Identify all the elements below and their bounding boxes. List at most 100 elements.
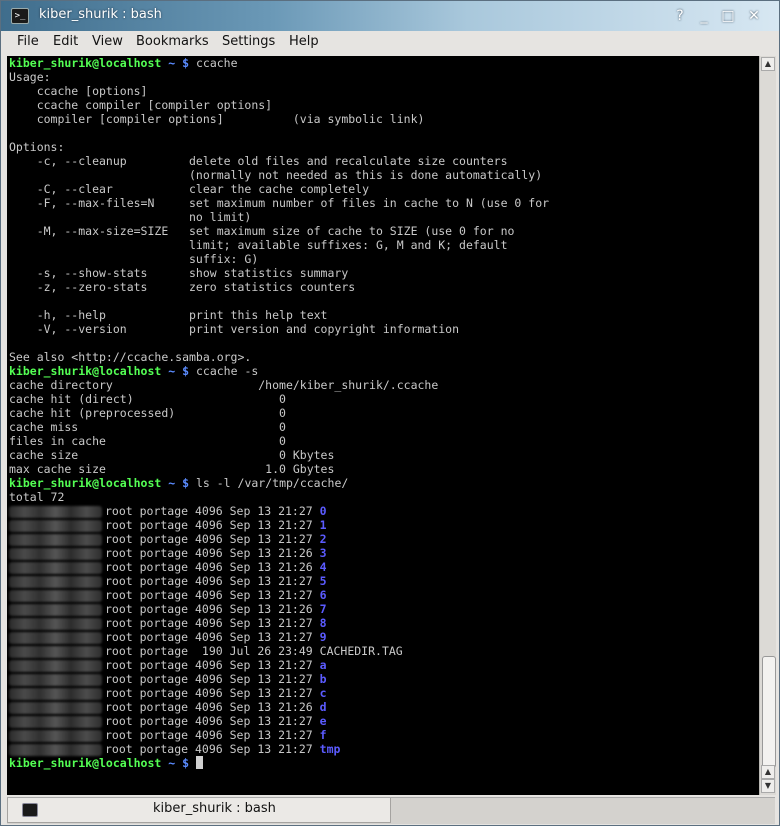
command-text: ccache (195, 56, 238, 70)
blurred-permissions (9, 589, 102, 602)
ls-row: root portage 4096 Sep 13 21:26 d (9, 700, 327, 714)
maximize-button[interactable]: □ (719, 7, 737, 25)
directory-name: 6 (319, 588, 327, 602)
directory-name: 1 (319, 518, 327, 532)
ls-row: root portage 4096 Sep 13 21:27 5 (9, 574, 327, 588)
directory-name: 4 (319, 560, 327, 574)
terminal-app-icon[interactable]: >_ (11, 8, 29, 24)
ls-row: root portage 4096 Sep 13 21:26 4 (9, 560, 327, 574)
output-line: Options: (9, 140, 65, 154)
scroll-down-arrow-icon[interactable]: ▼ (761, 779, 775, 793)
scroll-up-arrow-icon[interactable]: ▲ (761, 765, 775, 779)
output-line: limit; available suffixes: G, M and K; d… (9, 238, 508, 252)
output-line: -h, --help print this help text (9, 308, 328, 322)
directory-name: 8 (319, 616, 327, 630)
session-tab-label: kiber_shurik : bash (153, 801, 276, 816)
menu-help[interactable]: Help (289, 34, 319, 49)
ls-row: root portage 4096 Sep 13 21:27 e (9, 714, 327, 728)
stats-line: files in cache 0 (9, 434, 286, 448)
help-button[interactable]: ? (671, 7, 689, 25)
prompt-user-host: kiber_shurik@localhost (9, 56, 162, 70)
ls-row: root portage 4096 Sep 13 21:27 1 (9, 518, 327, 532)
output-line: -C, --clear clear the cache completely (9, 182, 370, 196)
menu-file[interactable]: File (17, 34, 39, 49)
stats-line: cache directory /home/kiber_shurik/.ccac… (9, 378, 439, 392)
prompt-dir: ~ $ (168, 756, 190, 770)
prompt-line: kiber_shurik@localhost ~ $ ccache (9, 56, 238, 70)
prompt-dir: ~ $ (168, 56, 190, 70)
prompt-user-host: kiber_shurik@localhost (9, 756, 162, 770)
prompt-user-host: kiber_shurik@localhost (9, 364, 162, 378)
ls-row: root portage 4096 Sep 13 21:27 8 (9, 616, 327, 630)
stats-line: cache miss 0 (9, 420, 286, 434)
ls-meta: root portage 4096 Sep 13 21:27 (105, 616, 320, 630)
ls-meta: root portage 4096 Sep 13 21:27 (105, 504, 320, 518)
ls-meta: root portage 4096 Sep 13 21:27 (105, 742, 320, 756)
blurred-permissions (9, 687, 102, 700)
menu-edit[interactable]: Edit (53, 34, 78, 49)
ls-row: root portage 4096 Sep 13 21:26 7 (9, 602, 327, 616)
ls-row: root portage 4096 Sep 13 21:27 0 (9, 504, 327, 518)
output-line: ccache compiler [compiler options] (9, 98, 273, 112)
ls-meta: root portage 4096 Sep 13 21:27 (105, 658, 320, 672)
blurred-permissions (9, 673, 102, 686)
prompt-dir: ~ $ (168, 364, 190, 378)
ls-row: root portage 4096 Sep 13 21:27 2 (9, 532, 327, 546)
directory-name: f (319, 728, 327, 742)
ls-meta: root portage 4096 Sep 13 21:26 (105, 602, 320, 616)
ls-meta: root portage 4096 Sep 13 21:26 (105, 700, 320, 714)
ls-meta: root portage 4096 Sep 13 21:27 (105, 574, 320, 588)
ls-row: root portage 4096 Sep 13 21:27 b (9, 672, 327, 686)
ls-meta: root portage 4096 Sep 13 21:27 (105, 714, 320, 728)
menu-view[interactable]: View (92, 34, 123, 49)
directory-name: 5 (319, 574, 327, 588)
ls-row: root portage 4096 Sep 13 21:27 9 (9, 630, 327, 644)
menu-bar: File Edit View Bookmarks Settings Help (1, 31, 779, 55)
ls-row: root portage 4096 Sep 13 21:27 6 (9, 588, 327, 602)
ls-meta: root portage 4096 Sep 13 21:27 (105, 672, 320, 686)
blurred-permissions (9, 617, 102, 630)
ls-row: root portage 4096 Sep 13 21:27 c (9, 686, 327, 700)
prompt-line: kiber_shurik@localhost ~ $ ccache -s (9, 364, 258, 378)
minimize-button[interactable]: _ (695, 7, 713, 25)
ls-meta: root portage 4096 Sep 13 21:27 (105, 728, 320, 742)
ls-meta: root portage 4096 Sep 13 21:27 (105, 518, 320, 532)
blurred-permissions (9, 533, 102, 546)
directory-name: 7 (319, 602, 327, 616)
ls-row: root portage 4096 Sep 13 21:27 f (9, 728, 327, 742)
directory-name: 2 (319, 532, 327, 546)
blurred-permissions (9, 743, 102, 756)
session-tab[interactable]: kiber_shurik : bash (7, 798, 391, 823)
vertical-scrollbar[interactable]: ▲ ▲ ▼ (759, 56, 776, 795)
scroll-up-arrow-icon[interactable]: ▲ (761, 57, 775, 71)
blurred-permissions (9, 505, 102, 518)
blurred-permissions (9, 659, 102, 672)
blurred-permissions (9, 729, 102, 742)
menu-bookmarks[interactable]: Bookmarks (136, 34, 209, 49)
blurred-permissions (9, 561, 102, 574)
terminal-output[interactable]: kiber_shurik@localhost ~ $ ccache Usage: … (7, 56, 759, 795)
directory-name: b (319, 672, 327, 686)
menu-settings[interactable]: Settings (222, 34, 275, 49)
close-button[interactable]: ✕ (745, 7, 763, 25)
ls-row: root portage 190 Jul 26 23:49 CACHEDIR.T… (9, 644, 403, 658)
scrollbar-thumb[interactable] (762, 656, 776, 768)
output-line: ccache [options] (9, 84, 148, 98)
ls-meta: root portage 4096 Sep 13 21:27 (105, 686, 320, 700)
stats-line: cache hit (preprocessed) 0 (9, 406, 286, 420)
ls-total: total 72 (9, 490, 65, 504)
ls-meta: root portage 4096 Sep 13 21:27 (105, 532, 320, 546)
command-text: ccache -s (195, 364, 259, 378)
ls-row: root portage 4096 Sep 13 21:27 a (9, 658, 327, 672)
command-text: ls -l /var/tmp/ccache/ (195, 476, 349, 490)
output-line: (normally not needed as this is done aut… (9, 168, 543, 182)
directory-name: e (319, 714, 327, 728)
window-title: kiber_shurik : bash (39, 7, 162, 22)
title-bar[interactable]: >_ kiber_shurik : bash ? _ □ ✕ (1, 1, 779, 31)
ls-row: root portage 4096 Sep 13 21:27 tmp (9, 742, 340, 756)
blurred-permissions (9, 547, 102, 560)
ls-meta: root portage 4096 Sep 13 21:27 (105, 630, 320, 644)
directory-name: a (319, 658, 327, 672)
stats-line: max cache size 1.0 Gbytes (9, 462, 335, 476)
directory-name: d (319, 700, 327, 714)
